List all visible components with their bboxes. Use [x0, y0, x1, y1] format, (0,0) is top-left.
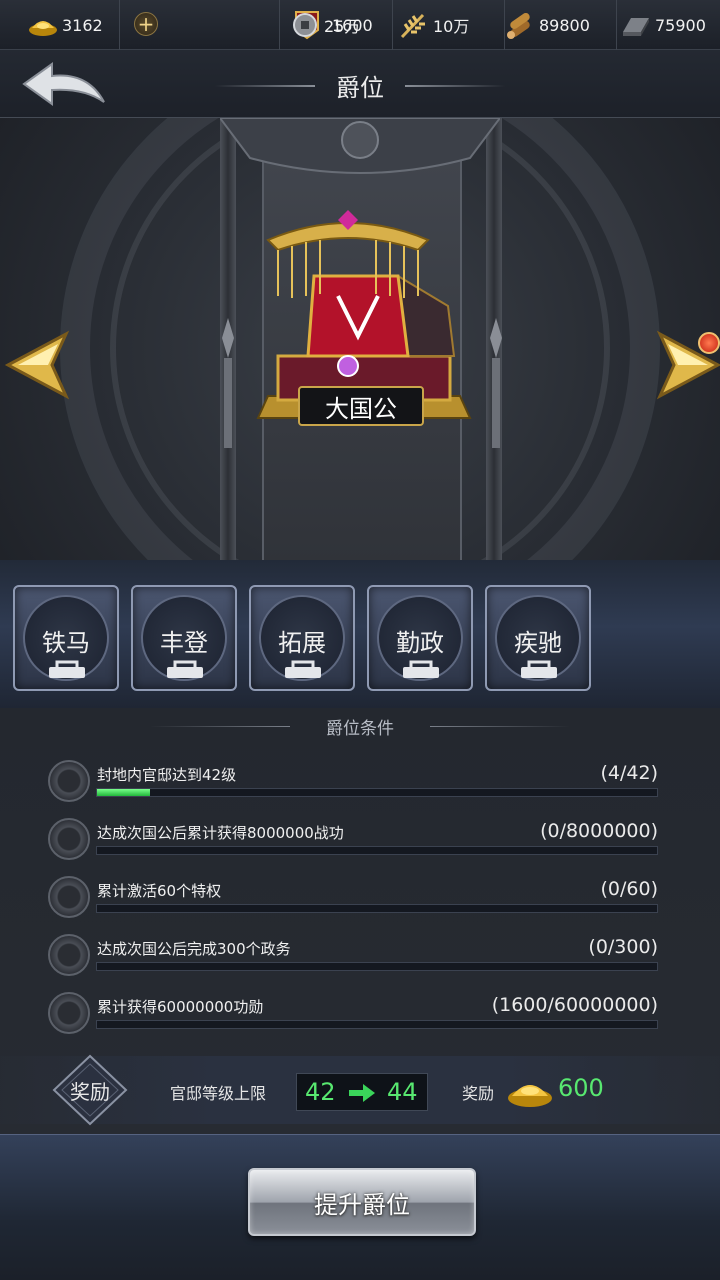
resource-merit[interactable]: 功 1600 — [120, 0, 373, 50]
progress-fill — [97, 789, 151, 796]
section-deco-right — [430, 726, 570, 727]
copper-coin-icon — [290, 10, 320, 40]
condition-row: 累计获得60000000功勋 (1600/60000000) — [0, 992, 720, 1050]
lock-icon — [49, 660, 85, 678]
condition-text: 达成次国公后累计获得8000000战功 — [97, 824, 344, 842]
condition-progress: (0/8000000) — [540, 820, 658, 842]
resource-grain[interactable]: 10万 — [393, 0, 505, 50]
condition-progress-bar — [96, 1020, 658, 1029]
condition-text: 累计获得60000000功勋 — [97, 998, 264, 1016]
condition-status-icon — [48, 876, 90, 918]
page-title: 爵位 — [336, 74, 384, 102]
condition-progress: (4/42) — [600, 762, 659, 784]
header: 爵位 — [0, 50, 720, 118]
grain-icon — [399, 10, 429, 40]
lock-icon — [521, 660, 557, 678]
privilege-label: 疾驰 — [514, 629, 562, 657]
condition-status-icon — [48, 818, 90, 860]
condition-row: 达成次国公后完成300个政务 (0/300) — [0, 934, 720, 992]
lock-icon — [167, 660, 203, 678]
condition-row: 封地内官邸达到42级 (4/42) — [0, 760, 720, 818]
privilege-label: 拓展 — [278, 629, 326, 657]
arrow-right-icon — [349, 1084, 375, 1102]
condition-status-icon — [48, 992, 90, 1034]
privilege-label: 丰登 — [160, 629, 208, 657]
resource-copper[interactable]: 25万 — [280, 0, 393, 50]
condition-status-icon — [48, 934, 90, 976]
resource-gold[interactable]: 3162 — [0, 0, 120, 50]
level-to: 44 — [387, 1078, 418, 1106]
notification-dot — [698, 332, 720, 354]
condition-row: 达成次国公后累计获得8000000战功 (0/8000000) — [0, 818, 720, 876]
condition-progress-bar — [96, 904, 658, 913]
privilege-label: 铁马 — [42, 629, 90, 657]
wood-value: 89800 — [539, 15, 590, 35]
iron-value: 75900 — [655, 15, 706, 35]
level-cap-box: 42 44 — [296, 1073, 428, 1111]
resource-bar: 3162 + 功 1600 25万 10万 89800 75900 — [0, 0, 720, 50]
condition-progress-bar — [96, 846, 658, 855]
condition-text: 达成次国公后完成300个政务 — [97, 940, 291, 958]
reward-label: 奖励 — [462, 1084, 495, 1103]
resource-iron[interactable]: 75900 — [617, 0, 720, 50]
condition-text: 累计激活60个特权 — [97, 882, 222, 900]
condition-progress: (0/60) — [600, 878, 659, 900]
top-ornament-icon — [220, 118, 500, 174]
iron-icon — [621, 10, 651, 40]
privilege-card-3[interactable]: 拓展 — [249, 585, 355, 691]
reward-badge-label: 奖励 — [70, 1080, 110, 1104]
resource-wood[interactable]: 89800 — [505, 0, 617, 50]
gold-value: 3162 — [62, 15, 103, 35]
condition-progress: (0/300) — [588, 936, 658, 958]
privilege-card-5[interactable]: 疾驰 — [485, 585, 591, 691]
condition-status-icon — [48, 760, 90, 802]
condition-progress-bar — [96, 788, 658, 797]
privilege-card-1[interactable]: 铁马 — [13, 585, 119, 691]
gold-ingot-icon — [508, 1085, 552, 1107]
wood-icon — [505, 10, 535, 40]
reward-amount: 600 — [558, 1074, 604, 1102]
copper-value: 25万 — [324, 17, 361, 36]
privilege-card-2[interactable]: 丰登 — [131, 585, 237, 691]
condition-progress: (1600/60000000) — [491, 994, 658, 1016]
condition-row: 累计激活60个特权 (0/60) — [0, 876, 720, 934]
privilege-label: 勤政 — [396, 629, 444, 657]
condition-progress-bar — [96, 962, 658, 971]
tassel-left-icon — [222, 318, 234, 448]
lock-icon — [403, 660, 439, 678]
lock-icon — [285, 660, 321, 678]
gold-ingot-icon — [28, 10, 58, 40]
title-deco-right — [405, 85, 505, 87]
conditions-title: 爵位条件 — [326, 719, 394, 739]
grain-value: 10万 — [433, 17, 470, 36]
prev-rank-arrow-icon[interactable] — [4, 330, 72, 400]
level-cap-label: 官邸等级上限 — [170, 1084, 267, 1103]
level-from: 42 — [305, 1078, 336, 1106]
rank-name: 大国公 — [298, 386, 424, 426]
reward-badge: 奖励 — [52, 1054, 128, 1126]
condition-text: 封地内官邸达到42级 — [97, 766, 237, 784]
tassel-right-icon — [490, 318, 502, 448]
promote-rank-button[interactable]: 提升爵位 — [248, 1168, 476, 1236]
privilege-card-4[interactable]: 勤政 — [367, 585, 473, 691]
